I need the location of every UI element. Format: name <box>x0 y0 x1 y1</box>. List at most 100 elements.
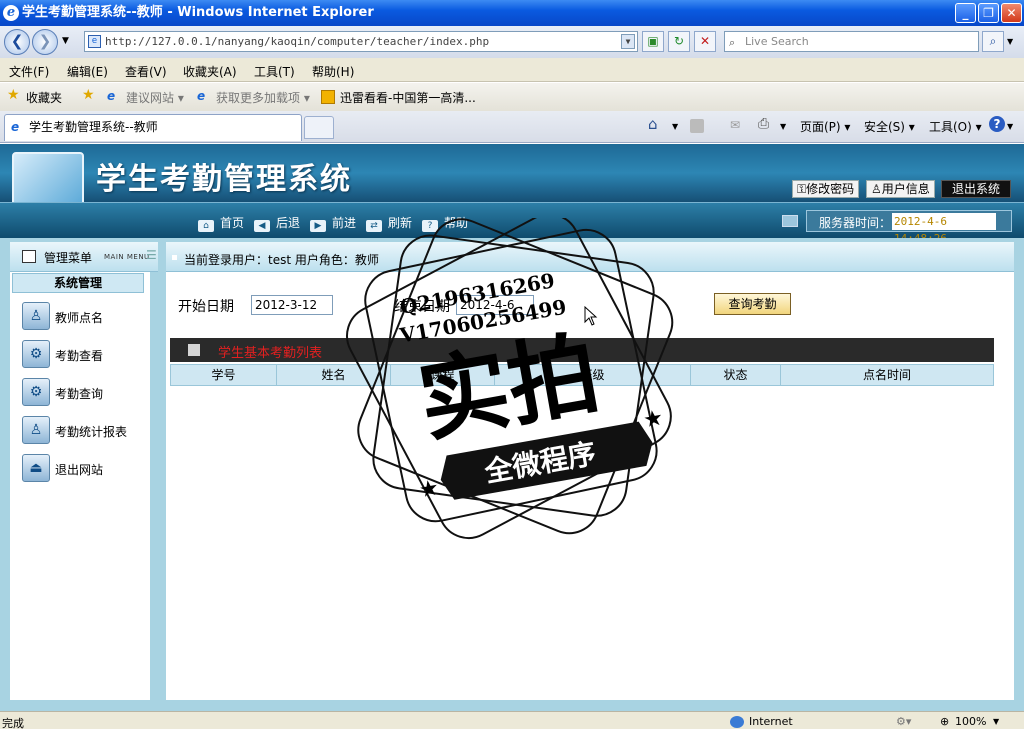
start-date-input[interactable] <box>251 295 333 315</box>
user-info-bar: 当前登录用户：test 用户角色：教师 <box>166 242 1014 272</box>
help-icon[interactable]: ? <box>989 116 1005 132</box>
sidebar-item-exit-site[interactable]: ⏏ 退出网站 <box>22 454 152 484</box>
end-date-input[interactable] <box>456 295 534 315</box>
tools-menu[interactable]: 工具(O) ▾ <box>929 118 982 135</box>
app-nav-bar: ⌂首页 ◀后退 ▶前进 ⇄刷新 ?帮助 服务器时间： 2012-4-6 14:4… <box>0 202 1024 245</box>
refresh-icon[interactable]: ↻ <box>668 31 690 52</box>
user-icon: ♙ <box>871 182 882 196</box>
menu-help[interactable]: 帮助(H) <box>312 63 354 80</box>
favorites-button[interactable]: 收藏夹 <box>26 89 62 106</box>
search-go-icon[interactable]: ⌕ <box>982 31 1004 52</box>
sidebar-item-teacher-rollcall[interactable]: ♙ 教师点名 <box>22 302 152 332</box>
xunlei-icon <box>321 90 335 104</box>
feeds-icon[interactable] <box>690 119 704 133</box>
collapse-icon[interactable]: ☰ <box>146 248 157 262</box>
address-input[interactable]: e http://127.0.0.1/nanyang/kaoqin/comput… <box>84 31 638 52</box>
logout-button[interactable]: 退出系统 <box>941 180 1012 198</box>
add-favorite-icon[interactable]: ★ <box>82 87 95 103</box>
sidebar-header: 管理菜单 MAIN MENU ☰ <box>10 242 158 272</box>
sidebar: 管理菜单 MAIN MENU ☰ 系统管理 ♙ 教师点名 ⚙ 考勤查看 ⚙ 考勤… <box>10 242 158 700</box>
nav-refresh[interactable]: ⇄ 刷新 <box>366 214 412 232</box>
protected-mode-icon[interactable]: ⚙▾ <box>896 715 911 728</box>
ie-page-icon: e <box>11 120 20 134</box>
ie-logo-icon: e <box>3 5 19 21</box>
menu-edit[interactable]: 编辑(E) <box>67 63 108 80</box>
window-title-bar: e 学生考勤管理系统--教师 - Windows Internet Explor… <box>0 0 1024 26</box>
safety-menu[interactable]: 安全(S) ▾ <box>864 118 915 135</box>
menu-favorites[interactable]: 收藏夹(A) <box>183 63 237 80</box>
play-icon <box>188 344 200 356</box>
th-name: 姓名 <box>277 365 391 385</box>
refresh-icon: ⇄ <box>366 220 382 232</box>
back-button[interactable]: ❮ <box>4 29 30 55</box>
sidebar-item-attendance-query[interactable]: ⚙ 考勤查询 <box>22 378 152 408</box>
compat-view-icon[interactable]: ▣ <box>642 31 664 52</box>
close-window-button[interactable]: ✕ <box>1001 3 1022 23</box>
browser-status-bar: 完成 Internet ⚙▾ ⊕ 100% ▼ <box>0 711 1024 730</box>
page-menu[interactable]: 页面(P) ▾ <box>800 118 850 135</box>
menu-tools[interactable]: 工具(T) <box>254 63 295 80</box>
bullet-icon <box>172 255 177 260</box>
ie-page-icon: e <box>107 89 116 103</box>
favorites-star-icon: ★ <box>7 87 20 103</box>
server-time-value: 2012-4-6 14:48:26 <box>892 213 996 245</box>
fav-get-addons[interactable]: 获取更多加载项 ▾ <box>216 89 310 106</box>
print-dropdown-icon[interactable]: ▼ <box>780 122 786 131</box>
restore-button[interactable]: ❐ <box>978 3 999 23</box>
help-icon: ? <box>422 220 438 232</box>
search-input[interactable]: ⌕ Live Search <box>724 31 979 52</box>
user-info-button[interactable]: ♙用户信息 <box>866 180 935 198</box>
forward-button[interactable]: ❯ <box>32 29 58 55</box>
help-dropdown-icon[interactable]: ▼ <box>1007 122 1013 131</box>
history-dropdown-icon[interactable]: ▼ <box>62 36 69 46</box>
url-dropdown-icon[interactable]: ▼ <box>621 34 635 49</box>
computer-logo-icon <box>12 152 84 202</box>
monitor-icon <box>782 215 798 227</box>
key-icon: ⚿ <box>797 182 807 196</box>
th-class: 班级 <box>495 365 691 385</box>
search-icon: ⌕ <box>729 36 736 49</box>
sidebar-section-title[interactable]: 系统管理 <box>12 273 144 293</box>
print-icon[interactable]: ⎙ <box>758 116 769 132</box>
sidebar-item-attendance-view[interactable]: ⚙ 考勤查看 <box>22 340 152 370</box>
query-attendance-button[interactable]: 查询考勤 <box>714 293 791 315</box>
zoom-level[interactable]: 100% <box>955 715 986 728</box>
nav-forward[interactable]: ▶ 前进 <box>310 214 356 232</box>
th-status: 状态 <box>691 365 781 385</box>
exit-icon: ⏏ <box>22 454 50 482</box>
user-edit-icon: ♙ <box>22 302 50 330</box>
arrow-right-icon: ▶ <box>310 220 326 232</box>
home-icon[interactable]: ⌂ <box>648 115 658 133</box>
zoom-dropdown-icon[interactable]: ▼ <box>993 717 999 726</box>
nav-back[interactable]: ◀ 后退 <box>254 214 300 232</box>
sidebar-item-attendance-report[interactable]: ♙ 考勤统计报表 <box>22 416 152 446</box>
fav-suggested-sites[interactable]: 建议网站 ▾ <box>126 89 184 106</box>
th-course: 课程 <box>391 365 495 385</box>
list-title-bar: 学生基本考勤列表 <box>170 338 994 362</box>
menu-view[interactable]: 查看(V) <box>125 63 167 80</box>
zoom-icon: ⊕ <box>940 715 950 728</box>
tab-active[interactable]: e 学生考勤管理系统--教师 <box>4 114 302 141</box>
search-options-icon[interactable]: ▼ <box>1007 37 1013 46</box>
list-title: 学生基本考勤列表 <box>218 346 323 361</box>
arrow-left-icon: ◀ <box>254 220 270 232</box>
fav-xunlei[interactable]: 迅雷看看-中国第一高清... <box>340 89 476 106</box>
user-icon: ♙ <box>22 416 50 444</box>
home-dropdown-icon[interactable]: ▼ <box>672 122 678 131</box>
minimize-button[interactable]: _ <box>955 3 976 23</box>
new-tab-button[interactable] <box>304 116 334 139</box>
mail-icon[interactable]: ✉ <box>730 118 740 132</box>
start-date-label: 开始日期 <box>178 299 234 315</box>
favorites-bar: ★ 收藏夹 ★ e 建议网站 ▾ e 获取更多加载项 ▾ 迅雷看看-中国第一高清… <box>0 83 1024 111</box>
menu-list-icon <box>22 250 36 263</box>
end-date-label: 结束日期 <box>394 299 450 315</box>
tab-row: e 学生考勤管理系统--教师 ⌂ ▼ ✉ ⎙ ▼ 页面(P) ▾ 安全(S) ▾… <box>0 111 1024 143</box>
change-password-button[interactable]: ⚿修改密码 <box>792 180 860 198</box>
nav-home[interactable]: ⌂ 首页 <box>198 214 244 232</box>
window-title: 学生考勤管理系统--教师 - Windows Internet Explorer <box>22 5 374 20</box>
nav-help[interactable]: ? 帮助 <box>422 214 468 232</box>
stop-icon[interactable]: ✕ <box>694 31 716 52</box>
tab-title: 学生考勤管理系统--教师 <box>29 120 158 134</box>
menu-file[interactable]: 文件(F) <box>9 63 49 80</box>
gear-icon: ⚙ <box>22 378 50 406</box>
